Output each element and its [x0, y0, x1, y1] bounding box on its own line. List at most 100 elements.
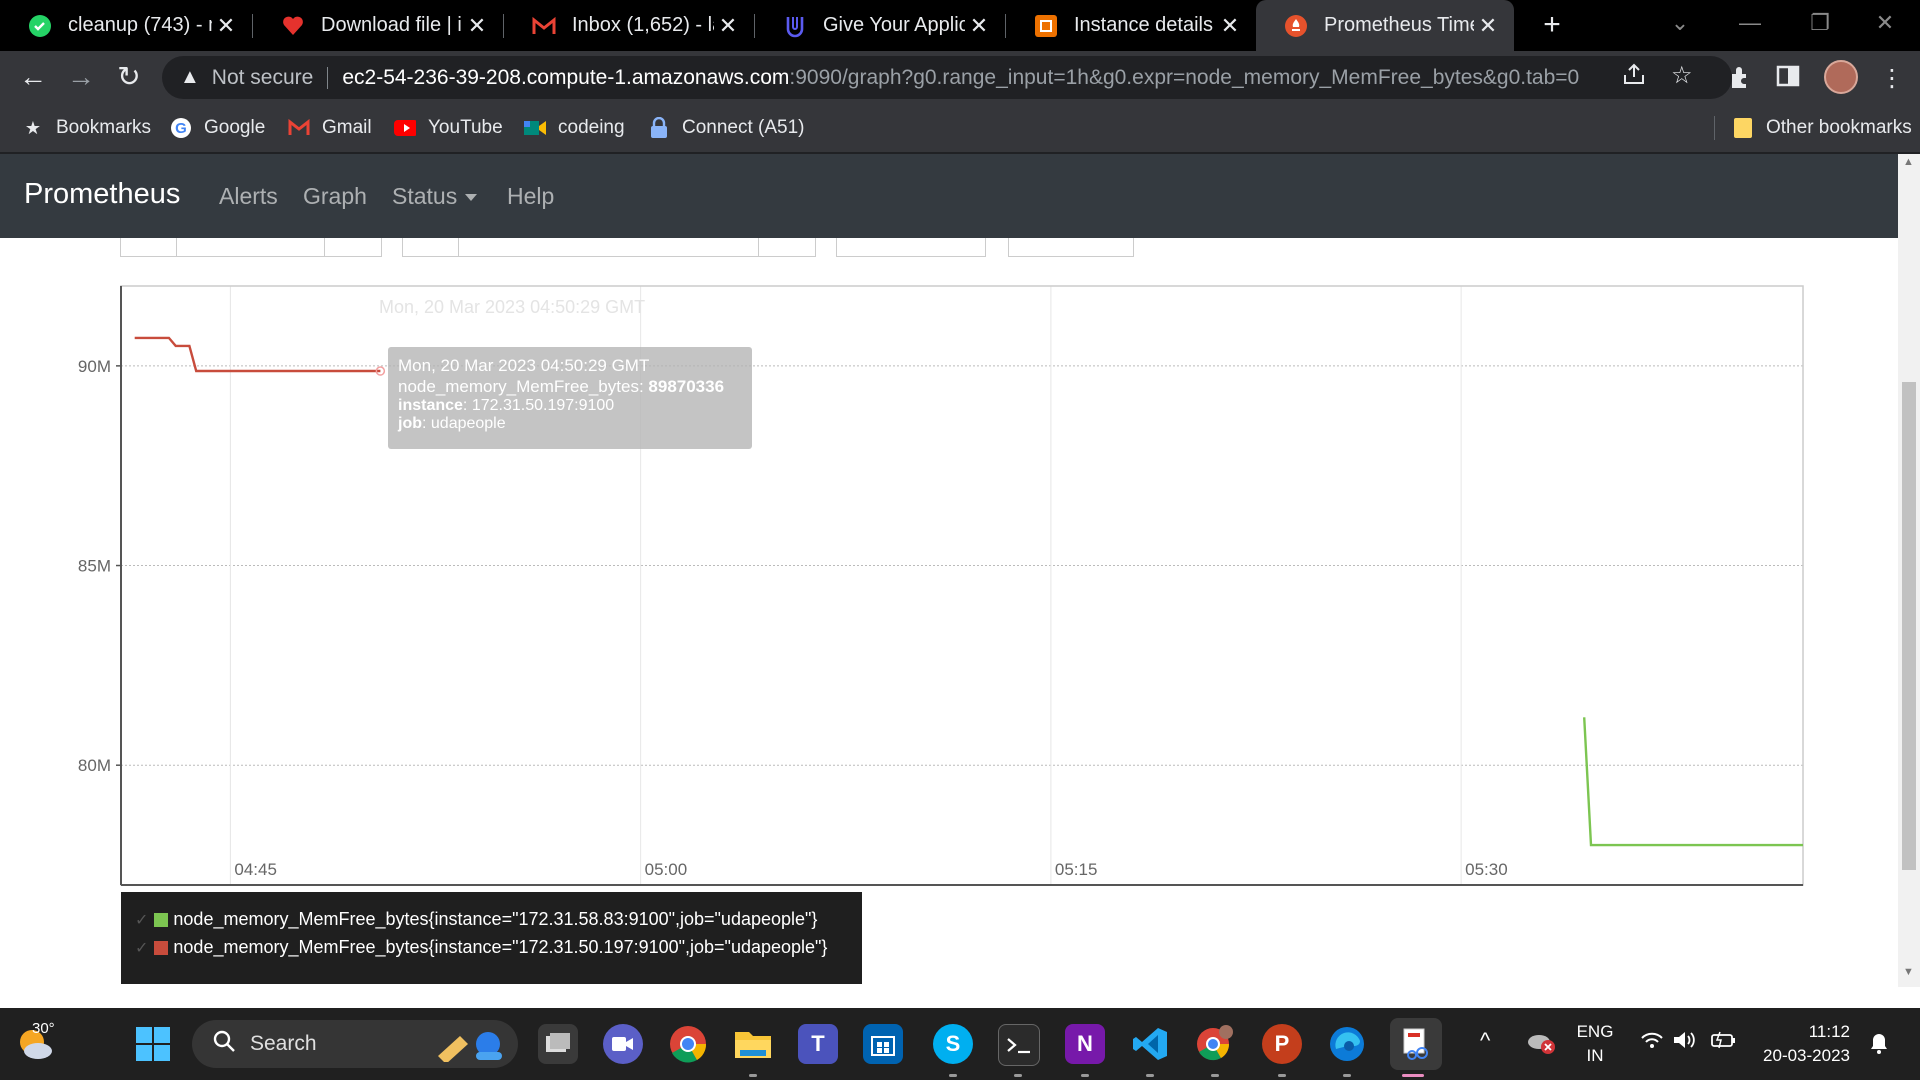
nav-alerts[interactable]: Alerts: [219, 183, 278, 210]
url-host[interactable]: ec2-54-236-39-208.compute-1.amazonaws.co…: [342, 66, 789, 90]
side-panel-icon[interactable]: [1776, 64, 1800, 95]
stacked-toggle-control[interactable]: [1008, 238, 1134, 257]
youtube-icon: [394, 117, 416, 139]
tab-give-your-application[interactable]: Give Your Applicatio ✕: [755, 0, 1005, 51]
menu-kebab-icon[interactable]: ⋮: [1880, 64, 1904, 93]
end-time-forward-control[interactable]: [758, 238, 816, 257]
taskbar-search[interactable]: Search: [192, 1020, 518, 1068]
file-explorer-icon[interactable]: [733, 1024, 773, 1064]
clock-time[interactable]: 11:12: [1740, 1022, 1850, 1042]
powerpoint-icon[interactable]: P: [1262, 1024, 1302, 1064]
gmail-icon: [532, 14, 556, 38]
tray-chevron-up-icon[interactable]: ^: [1480, 1028, 1490, 1054]
volume-icon[interactable]: [1672, 1030, 1698, 1055]
notification-bell-icon[interactable]: [1866, 1030, 1892, 1061]
bookmarks-bar: ★ Bookmarks G Google Gmail YouTube codei…: [0, 104, 1920, 154]
chrome-profile-icon[interactable]: [1195, 1024, 1235, 1064]
range-input-control[interactable]: [176, 238, 326, 257]
folder-icon: [1732, 117, 1754, 139]
bookmark-other[interactable]: Other bookmarks: [1732, 104, 1912, 152]
forward-button[interactable]: →: [64, 61, 98, 95]
close-icon[interactable]: ✕: [212, 13, 240, 39]
clock-date[interactable]: 20-03-2023: [1740, 1046, 1850, 1066]
close-icon[interactable]: ✕: [965, 13, 993, 39]
close-icon[interactable]: ✕: [1216, 13, 1244, 39]
legend-label: node_memory_MemFree_bytes{instance="172.…: [173, 909, 818, 929]
teams-chat-icon[interactable]: [603, 1024, 643, 1064]
search-highlight-icon: [432, 1026, 508, 1067]
nav-status[interactable]: Status: [392, 183, 478, 210]
close-icon[interactable]: ✕: [463, 13, 491, 39]
extensions-icon[interactable]: [1728, 64, 1754, 97]
battery-icon[interactable]: [1710, 1030, 1738, 1055]
skype-icon[interactable]: S: [933, 1024, 973, 1064]
bookmark-connect[interactable]: Connect (A51): [648, 104, 805, 152]
wifi-icon[interactable]: [1640, 1030, 1664, 1055]
start-windows-icon[interactable]: [133, 1024, 173, 1064]
bookmark-google[interactable]: G Google: [170, 104, 265, 152]
not-secure-label[interactable]: Not secure: [212, 66, 314, 90]
warning-icon[interactable]: ▲: [180, 66, 200, 89]
running-indicator: [949, 1074, 957, 1077]
tab-instance-details[interactable]: Instance details | EC ✕: [1006, 0, 1256, 51]
onedrive-error-icon[interactable]: [1526, 1028, 1556, 1061]
running-indicator: [1146, 1074, 1154, 1077]
restore-icon[interactable]: ❐: [1785, 0, 1855, 51]
search-icon: [212, 1029, 236, 1060]
url-path[interactable]: :9090/graph?g0.range_input=1h&g0.expr=no…: [789, 66, 1579, 90]
scroll-down-icon[interactable]: ▼: [1903, 966, 1914, 978]
bookmark-codeing[interactable]: codeing: [524, 104, 625, 152]
profile-avatar[interactable]: [1824, 60, 1858, 94]
bookmark-star-icon[interactable]: ☆: [1671, 61, 1693, 90]
legend-item[interactable]: ✓ node_memory_MemFree_bytes{instance="17…: [135, 909, 817, 930]
chevron-down-icon: [465, 194, 478, 202]
vertical-scrollbar[interactable]: ▲ ▼: [1898, 154, 1920, 987]
tab-prometheus[interactable]: Prometheus Time S ✕: [1256, 0, 1514, 51]
bookmark-gmail[interactable]: Gmail: [288, 104, 372, 152]
reload-button[interactable]: ↻: [112, 61, 146, 95]
legend-item[interactable]: ✓ node_memory_MemFree_bytes{instance="17…: [135, 937, 827, 958]
active-app-indicator: [1402, 1074, 1424, 1077]
chrome-icon[interactable]: [668, 1024, 708, 1064]
nav-graph[interactable]: Graph: [303, 183, 367, 210]
task-view-icon[interactable]: [538, 1024, 578, 1064]
tab-title: Give Your Applicatio: [823, 14, 965, 36]
close-icon[interactable]: ✕: [1474, 13, 1502, 39]
resolution-control[interactable]: [836, 238, 986, 257]
new-tab-button[interactable]: +: [1534, 8, 1570, 44]
close-window-icon[interactable]: ✕: [1850, 0, 1920, 51]
prometheus-brand[interactable]: Prometheus: [24, 178, 180, 211]
tab-inbox[interactable]: Inbox (1,652) - lava ✕: [504, 0, 754, 51]
edge-icon[interactable]: [1327, 1024, 1367, 1064]
minimize-icon[interactable]: —: [1715, 0, 1785, 51]
end-time-back-control[interactable]: [402, 238, 460, 257]
back-button[interactable]: ←: [16, 61, 50, 95]
nav-help[interactable]: Help: [507, 183, 554, 210]
vertical-scroll-thumb[interactable]: [1902, 382, 1916, 870]
close-icon[interactable]: ✕: [714, 13, 742, 39]
page-viewport: 90M 85M 80M 04:45 05:00 05:15 05:30 Prometheus…: [0, 154, 1898, 987]
address-bar[interactable]: ▲ Not secure ec2-54-236-39-208.compute-1…: [162, 56, 1732, 99]
scroll-up-icon[interactable]: ▲: [1903, 156, 1914, 168]
range-increase-control[interactable]: [324, 238, 382, 257]
snipping-tool-icon[interactable]: [1390, 1018, 1442, 1070]
store-icon[interactable]: [863, 1024, 903, 1064]
lang-eng[interactable]: ENG: [1575, 1022, 1615, 1042]
weather-temp[interactable]: 30°: [32, 1020, 55, 1037]
tooltip-value-line: node_memory_MemFree_bytes: 89870336: [398, 377, 725, 396]
onenote-icon[interactable]: N: [1065, 1024, 1105, 1064]
lang-in[interactable]: IN: [1575, 1046, 1615, 1066]
prometheus-navbar: Prometheus Alerts Graph Status Help: [0, 154, 1898, 238]
tab-cleanup[interactable]: cleanup (743) - mag ✕: [0, 0, 252, 51]
tab-download-file[interactable]: Download file | iLov ✕: [253, 0, 503, 51]
end-time-input-control[interactable]: [458, 238, 760, 257]
tab-search-icon[interactable]: ⌄: [1645, 0, 1715, 51]
range-decrease-control[interactable]: [120, 238, 178, 257]
terminal-icon[interactable]: [998, 1024, 1040, 1066]
vscode-icon[interactable]: [1130, 1024, 1170, 1064]
teams-icon[interactable]: T: [798, 1024, 838, 1064]
bookmark-youtube[interactable]: YouTube: [394, 104, 503, 152]
bookmark-bookmarks[interactable]: ★ Bookmarks: [22, 104, 151, 152]
share-icon[interactable]: [1621, 61, 1647, 94]
memory-graph[interactable]: 90M 85M 80M 04:45 05:00 05:15 05:30: [0, 154, 1898, 987]
